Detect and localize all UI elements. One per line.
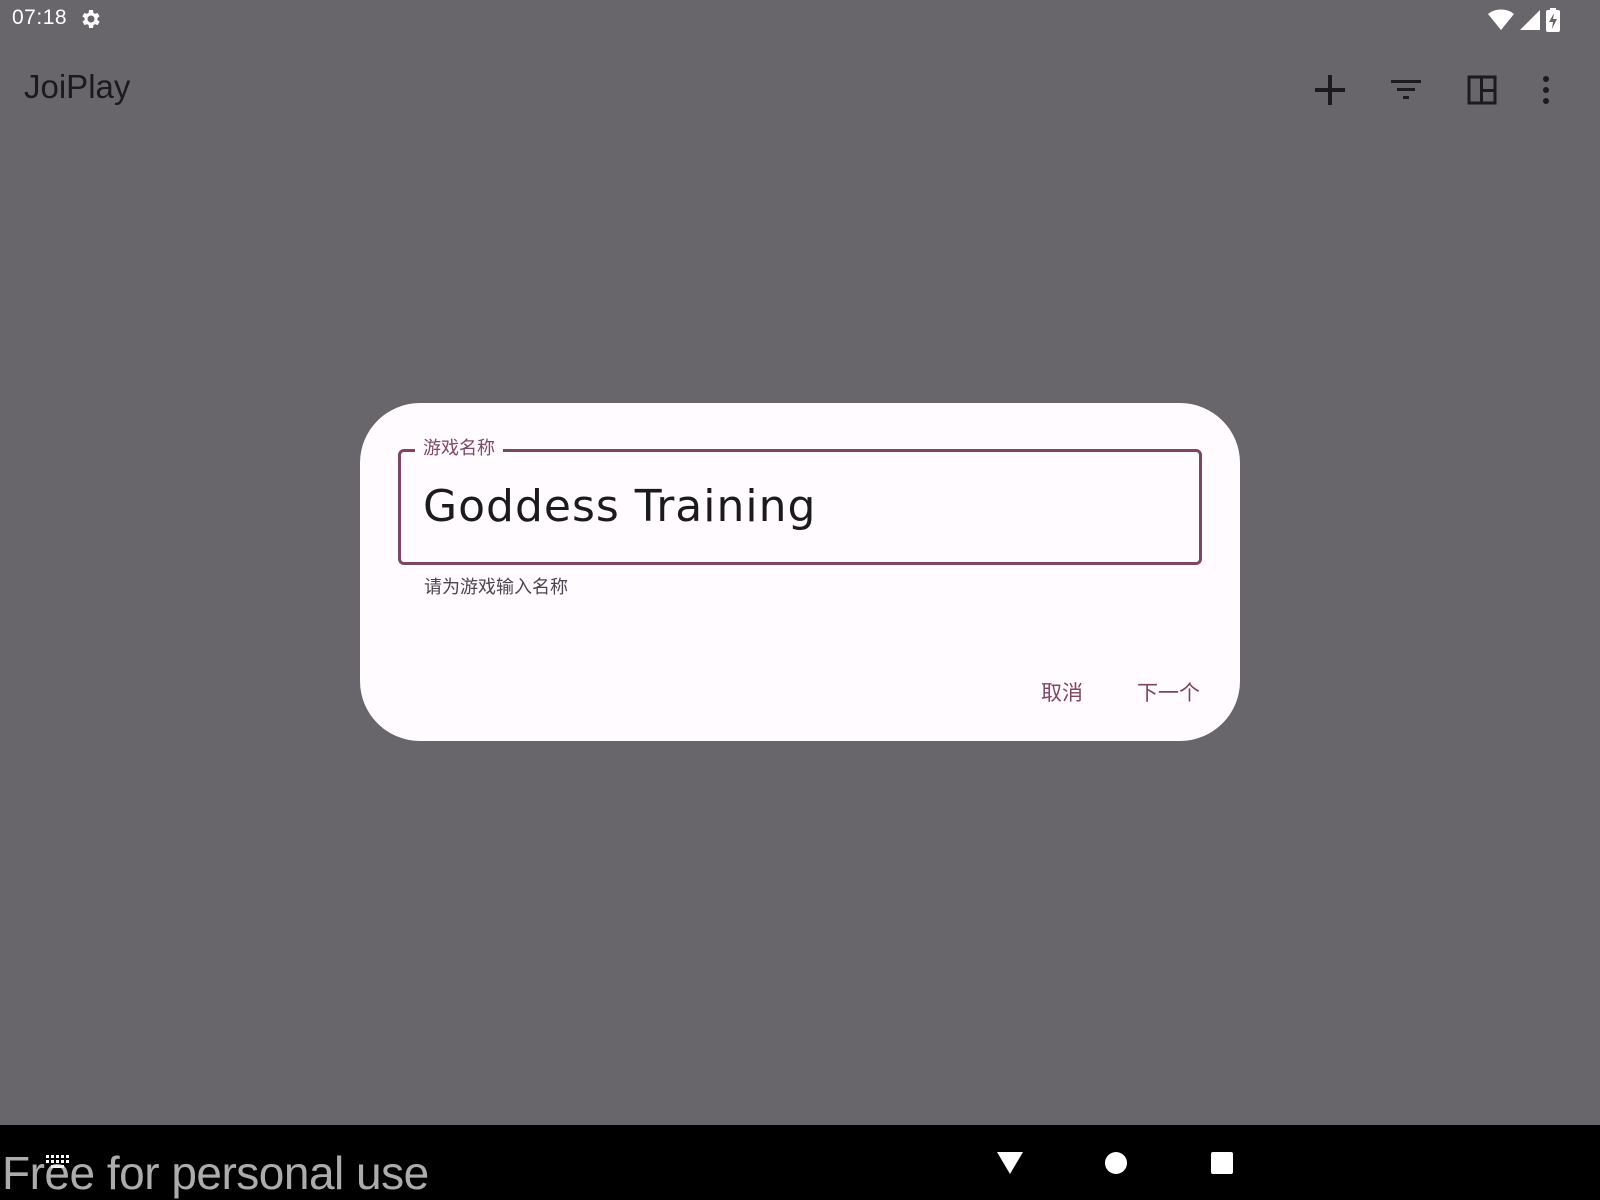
back-button[interactable] — [990, 1143, 1030, 1183]
recents-icon — [1211, 1152, 1233, 1174]
more-vert-icon — [1543, 76, 1549, 104]
app-title: JoiPlay — [24, 68, 131, 105]
status-icons — [1488, 8, 1560, 32]
filter-button[interactable] — [1382, 66, 1430, 114]
settings-gear-icon — [82, 10, 100, 28]
game-name-label: 游戏名称 — [415, 435, 503, 463]
app-actions — [1278, 66, 1570, 114]
back-icon — [997, 1152, 1023, 1174]
next-button[interactable]: 下一个 — [1127, 671, 1210, 713]
layout-icon — [1467, 75, 1497, 105]
dialog-actions: 取消 下一个 — [997, 671, 1210, 713]
home-icon — [1105, 1152, 1127, 1174]
layout-button[interactable] — [1458, 66, 1506, 114]
recents-button[interactable] — [1202, 1143, 1242, 1183]
filter-icon — [1391, 80, 1421, 99]
add-icon — [1315, 75, 1345, 105]
home-button[interactable] — [1096, 1143, 1136, 1183]
cellular-signal-icon — [1520, 10, 1540, 30]
screen: 07:18 JoiPlay 游戏名称 Goddess Training 请为游戏… — [0, 0, 1600, 1200]
app-bar: JoiPlay — [0, 40, 1600, 140]
watermark: Free for personal use — [2, 1147, 429, 1199]
wifi-icon — [1488, 9, 1514, 30]
status-bar: 07:18 — [0, 0, 1600, 40]
cancel-button[interactable]: 取消 — [1031, 671, 1093, 713]
more-options-button[interactable] — [1522, 66, 1570, 114]
game-name-field: 游戏名称 — [398, 435, 1202, 565]
status-time: 07:18 — [12, 6, 68, 29]
add-game-button[interactable] — [1306, 66, 1354, 114]
battery-charging-icon — [1546, 8, 1560, 32]
game-name-input[interactable] — [423, 474, 1163, 538]
helper-text: 请为游戏输入名称 — [424, 577, 568, 598]
game-name-dialog: 游戏名称 请为游戏输入名称 取消 下一个 — [360, 403, 1240, 741]
